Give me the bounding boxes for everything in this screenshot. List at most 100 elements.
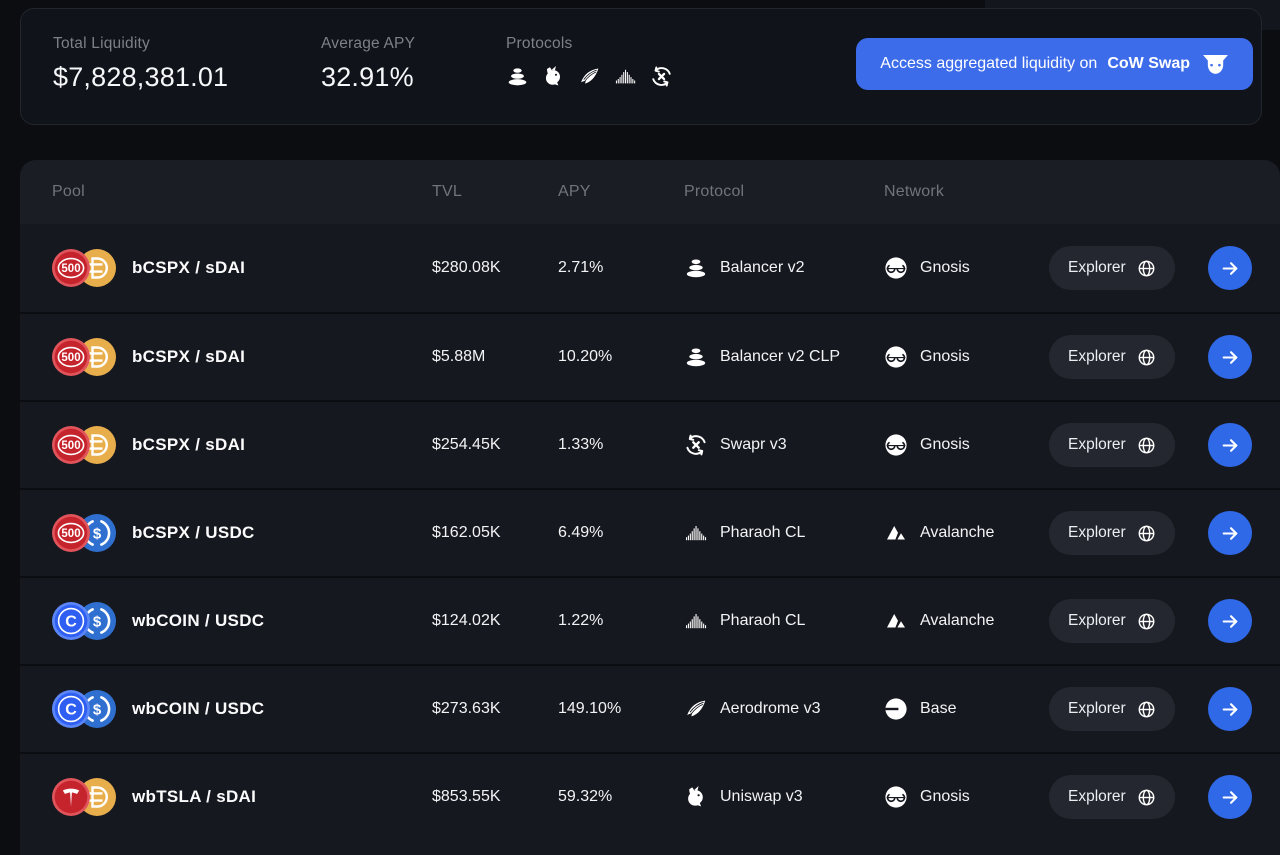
tvl-value: $273.63K: [432, 700, 558, 718]
protocol-name: Balancer v2 CLP: [720, 348, 840, 366]
explorer-button[interactable]: Explorer: [1049, 775, 1175, 819]
avalanche-icon: [884, 609, 908, 633]
explorer-button[interactable]: Explorer: [1049, 246, 1175, 290]
network-name: Avalanche: [920, 524, 994, 542]
pool-token-icons: C$: [52, 690, 116, 728]
protocol-cell: Pharaoh CL: [684, 521, 884, 545]
svg-text:500: 500: [61, 352, 80, 364]
pharaoh-icon: [614, 65, 637, 88]
pool-cell: C$ wbCOIN / USDC: [52, 602, 432, 640]
pool-token-icons: [52, 778, 116, 816]
explorer-label: Explorer: [1068, 436, 1126, 454]
tvl-value: $162.05K: [432, 524, 558, 542]
pool-cell: 500$ bCSPX / USDC: [52, 514, 432, 552]
pool-name: bCSPX / sDAI: [132, 435, 245, 455]
protocol-cell: Balancer v2: [684, 256, 884, 280]
open-pool-arrow-button[interactable]: [1208, 246, 1252, 290]
svg-text:C: C: [65, 614, 77, 631]
swapr-icon: [650, 65, 673, 88]
header-pool: Pool: [52, 183, 432, 201]
table-row: 500 bCSPX / sDAI $254.45K 1.33% Swapr v3…: [20, 400, 1280, 488]
average-apy-value: 32.91%: [321, 62, 415, 93]
protocol-cell: Aerodrome v3: [684, 697, 884, 721]
open-pool-arrow-button[interactable]: [1208, 775, 1252, 819]
sp500-coin-icon: 500: [52, 514, 90, 552]
explorer-button[interactable]: Explorer: [1049, 423, 1175, 467]
svg-text:500: 500: [61, 440, 80, 452]
pool-cell: 500 bCSPX / sDAI: [52, 338, 432, 376]
network-cell: Gnosis: [884, 785, 1049, 809]
protocol-cell: Uniswap v3: [684, 785, 884, 809]
aerodrome-icon: [684, 697, 708, 721]
total-liquidity-label: Total Liquidity: [53, 35, 228, 53]
globe-icon: [1137, 348, 1156, 367]
network-name: Gnosis: [920, 788, 970, 806]
explorer-label: Explorer: [1068, 348, 1126, 366]
explorer-button[interactable]: Explorer: [1049, 511, 1175, 555]
protocols-stat: Protocols: [506, 35, 673, 88]
protocol-name: Pharaoh CL: [720, 524, 805, 542]
base-icon: [884, 697, 908, 721]
header-protocol: Protocol: [684, 183, 884, 201]
aerodrome-icon: [578, 65, 601, 88]
apy-value: 149.10%: [558, 700, 684, 718]
open-pool-arrow-button[interactable]: [1208, 511, 1252, 555]
open-pool-arrow-button[interactable]: [1208, 687, 1252, 731]
explorer-label: Explorer: [1068, 612, 1126, 630]
pool-name: bCSPX / USDC: [132, 523, 255, 543]
gnosis-icon: [884, 256, 908, 280]
total-liquidity-value: $7,828,381.01: [53, 62, 228, 93]
header-network: Network: [884, 183, 1049, 201]
svg-text:$: $: [93, 526, 102, 543]
coin-coin-icon: C: [52, 602, 90, 640]
pool-token-icons: 500: [52, 249, 116, 287]
svg-text:$: $: [93, 614, 102, 631]
sp500-coin-icon: 500: [52, 426, 90, 464]
network-cell: Gnosis: [884, 345, 1049, 369]
pool-cell: 500 bCSPX / sDAI: [52, 426, 432, 464]
tvl-value: $853.55K: [432, 788, 558, 806]
table-row: wbTSLA / sDAI $853.55K 59.32% Uniswap v3…: [20, 752, 1280, 840]
network-cell: Avalanche: [884, 609, 1049, 633]
open-pool-arrow-button[interactable]: [1208, 599, 1252, 643]
svg-text:C: C: [65, 702, 77, 719]
balancer-icon: [684, 345, 708, 369]
network-name: Gnosis: [920, 436, 970, 454]
open-pool-arrow-button[interactable]: [1208, 423, 1252, 467]
network-name: Base: [920, 700, 956, 718]
protocol-name: Pharaoh CL: [720, 612, 805, 630]
cow-swap-cta-button[interactable]: Access aggregated liquidity on CoW Swap: [856, 38, 1253, 90]
protocol-name: Aerodrome v3: [720, 700, 821, 718]
coin-coin-icon: C: [52, 690, 90, 728]
pool-token-icons: 500: [52, 426, 116, 464]
network-name: Gnosis: [920, 348, 970, 366]
apy-value: 59.32%: [558, 788, 684, 806]
cow-icon: [1202, 54, 1229, 75]
explorer-button[interactable]: Explorer: [1049, 687, 1175, 731]
gnosis-icon: [884, 785, 908, 809]
network-cell: Gnosis: [884, 433, 1049, 457]
pharaoh-icon: [684, 609, 708, 633]
pool-cell: wbTSLA / sDAI: [52, 778, 432, 816]
explorer-button[interactable]: Explorer: [1049, 599, 1175, 643]
arrow-right-icon: [1220, 787, 1241, 808]
sp500-coin-icon: 500: [52, 338, 90, 376]
header-apy: APY: [558, 183, 684, 201]
table-row: 500 bCSPX / sDAI $280.08K 2.71% Balancer…: [20, 224, 1280, 312]
svg-text:500: 500: [61, 263, 80, 275]
balancer-icon: [506, 65, 529, 88]
pool-cell: C$ wbCOIN / USDC: [52, 690, 432, 728]
average-apy-stat: Average APY 32.91%: [321, 35, 415, 93]
header-tvl: TVL: [432, 183, 558, 201]
tsla-coin-icon: [52, 778, 90, 816]
pool-token-icons: 500: [52, 338, 116, 376]
apy-value: 1.33%: [558, 436, 684, 454]
swapr-icon: [684, 433, 708, 457]
explorer-label: Explorer: [1068, 259, 1126, 277]
globe-icon: [1137, 524, 1156, 543]
globe-icon: [1137, 700, 1156, 719]
pool-name: wbCOIN / USDC: [132, 699, 264, 719]
open-pool-arrow-button[interactable]: [1208, 335, 1252, 379]
cta-text: Access aggregated liquidity on: [880, 55, 1097, 73]
explorer-button[interactable]: Explorer: [1049, 335, 1175, 379]
